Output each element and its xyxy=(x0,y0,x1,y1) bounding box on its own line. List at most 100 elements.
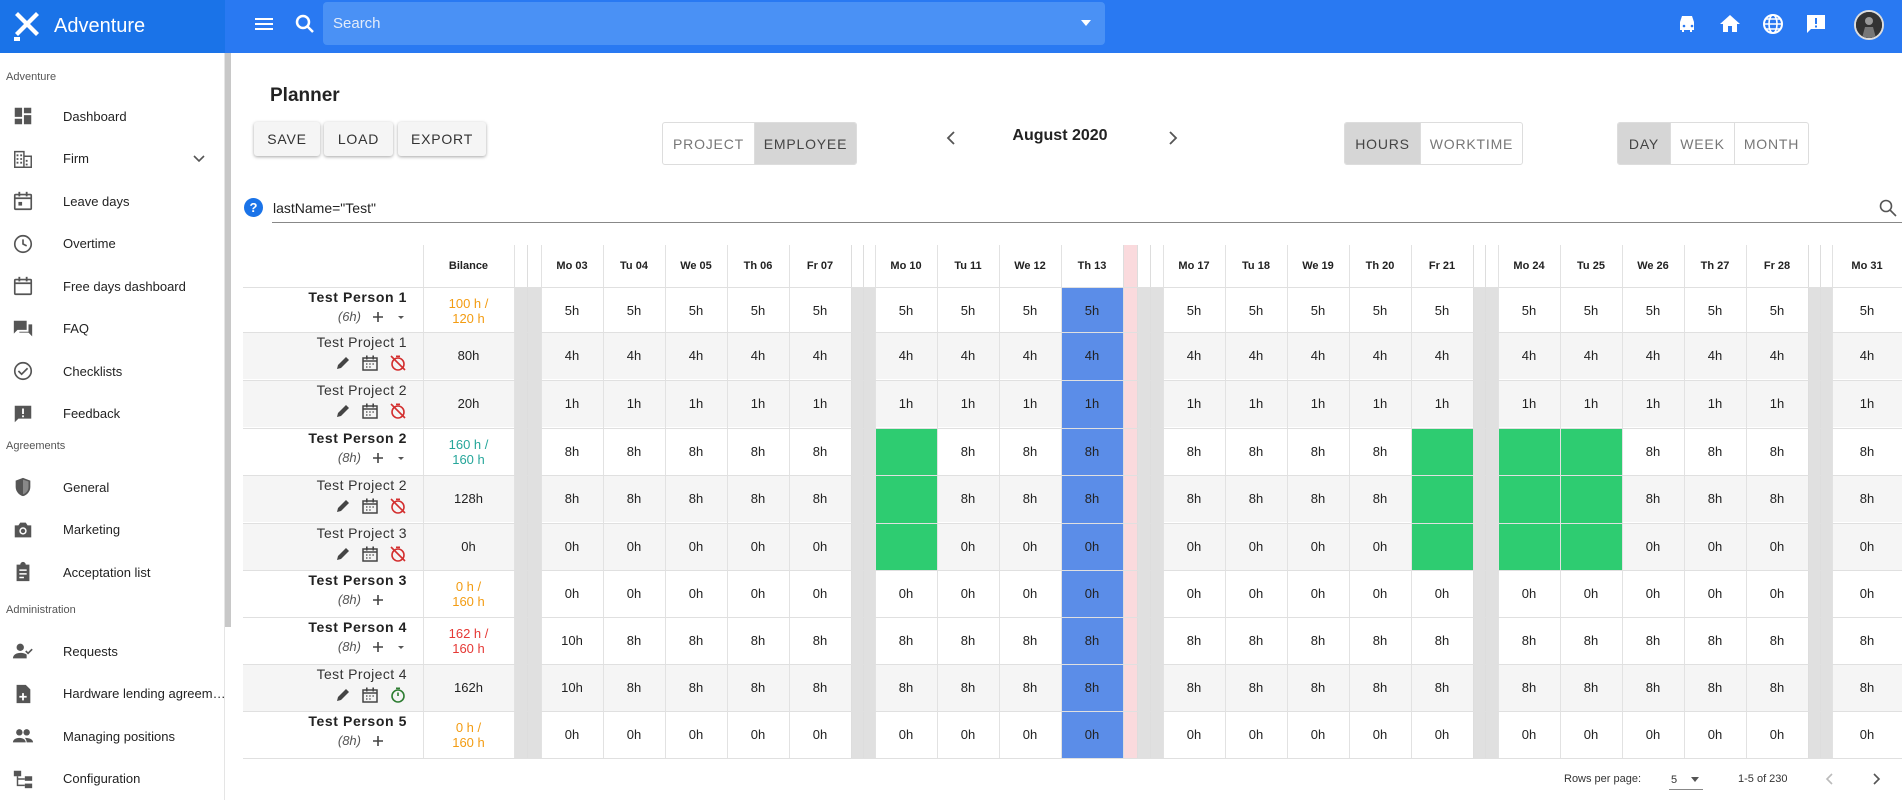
hours-cell[interactable]: 4h xyxy=(603,332,665,379)
feedback-icon[interactable] xyxy=(1804,12,1828,36)
chevron-right-icon[interactable] xyxy=(1162,128,1182,148)
hours-cell[interactable]: 0h xyxy=(789,523,851,570)
hours-cell[interactable]: 5h xyxy=(1622,287,1684,334)
timer-off-icon[interactable] xyxy=(389,497,407,515)
hours-cell[interactable]: 1h xyxy=(1061,380,1123,427)
hours-cell[interactable]: 0h xyxy=(1832,523,1902,570)
hours-cell[interactable]: 4h xyxy=(1349,332,1411,379)
project-name[interactable]: Test Project 1 xyxy=(317,334,407,350)
hours-cell[interactable]: 8h xyxy=(1411,664,1473,711)
hours-cell[interactable]: 8h xyxy=(1746,664,1808,711)
sidebar-item-firm[interactable]: Firm xyxy=(0,141,225,177)
day-header[interactable]: Tu 11 xyxy=(937,245,999,287)
sidebar-item-checklists[interactable]: Checklists xyxy=(0,353,225,389)
person-name[interactable]: Test Person 5 xyxy=(308,713,407,729)
pencil-icon[interactable] xyxy=(335,687,351,703)
hours-cell[interactable]: 4h xyxy=(789,332,851,379)
hours-cell[interactable]: 5h xyxy=(603,287,665,334)
day-header[interactable]: Th 13 xyxy=(1061,245,1123,287)
hours-cell[interactable]: 8h xyxy=(1225,664,1287,711)
hours-cell[interactable]: 8h xyxy=(999,428,1061,475)
hours-cell[interactable]: 4h xyxy=(1287,332,1349,379)
hours-cell[interactable]: 0h xyxy=(1622,711,1684,758)
search-field[interactable] xyxy=(323,2,1105,45)
globe-icon[interactable] xyxy=(1761,12,1785,36)
project-name[interactable]: Test Project 4 xyxy=(317,666,407,682)
hours-cell[interactable]: 0h xyxy=(937,570,999,617)
hours-cell[interactable]: 0h xyxy=(665,570,727,617)
hours-cell[interactable]: 0h xyxy=(1061,523,1123,570)
hours-cell[interactable]: 0h xyxy=(603,570,665,617)
hours-cell[interactable]: 8h xyxy=(727,664,789,711)
hours-cell[interactable]: 1h xyxy=(1746,380,1808,427)
hours-cell[interactable]: 0h xyxy=(789,570,851,617)
hours-cell[interactable]: 0h xyxy=(937,523,999,570)
hours-cell[interactable]: 0h xyxy=(1163,523,1225,570)
hours-cell[interactable]: 8h xyxy=(727,617,789,664)
hours-cell[interactable]: 5h xyxy=(1746,287,1808,334)
hours-cell[interactable]: 0h xyxy=(1349,523,1411,570)
hours-cell[interactable]: 8h xyxy=(1684,428,1746,475)
hours-cell[interactable]: 8h xyxy=(1560,617,1622,664)
timer-off-icon[interactable] xyxy=(389,402,407,420)
hours-cell[interactable]: 0h xyxy=(1498,570,1560,617)
hours-cell[interactable]: 0h xyxy=(1061,711,1123,758)
hours-cell[interactable]: 0h xyxy=(1225,570,1287,617)
day-header[interactable]: We 26 xyxy=(1622,245,1684,287)
sidebar-item-leave-days[interactable]: Leave days xyxy=(0,183,225,219)
hours-cell[interactable]: 4h xyxy=(1498,332,1560,379)
hours-cell[interactable]: 0h xyxy=(999,570,1061,617)
hours-cell[interactable]: 8h xyxy=(727,428,789,475)
search-icon[interactable] xyxy=(293,12,317,36)
hours-cell[interactable]: 0h xyxy=(937,711,999,758)
hours-cell[interactable]: 5h xyxy=(999,287,1061,334)
plus-icon[interactable] xyxy=(371,451,385,465)
day-header[interactable]: Mo 24 xyxy=(1498,245,1560,287)
day-header[interactable]: Tu 04 xyxy=(603,245,665,287)
hours-cell[interactable]: 5h xyxy=(1349,287,1411,334)
hours-cell[interactable]: 0h xyxy=(541,570,603,617)
hours-cell[interactable]: 1h xyxy=(1349,380,1411,427)
hours-cell[interactable]: 1h xyxy=(1560,380,1622,427)
hours-cell[interactable]: 0h xyxy=(875,570,937,617)
hours-cell[interactable]: 8h xyxy=(727,475,789,522)
hours-cell[interactable]: 1h xyxy=(1622,380,1684,427)
hours-cell[interactable]: 8h xyxy=(937,475,999,522)
hours-cell[interactable]: 0h xyxy=(603,523,665,570)
hours-cell[interactable]: 0h xyxy=(789,711,851,758)
hours-cell[interactable]: 8h xyxy=(789,475,851,522)
chevron-down-icon[interactable] xyxy=(395,452,407,464)
hours-cell[interactable]: 1h xyxy=(1498,380,1560,427)
hours-cell[interactable]: 8h xyxy=(1684,664,1746,711)
hours-cell[interactable]: 0h xyxy=(1163,570,1225,617)
hours-cell[interactable]: 0h xyxy=(1746,523,1808,570)
hours-cell[interactable]: 8h xyxy=(1832,664,1902,711)
day-header[interactable]: We 12 xyxy=(999,245,1061,287)
hours-cell[interactable]: 8h xyxy=(1498,664,1560,711)
day-header[interactable]: Tu 25 xyxy=(1560,245,1622,287)
hours-cell[interactable]: 1h xyxy=(1225,380,1287,427)
hours-cell[interactable]: 0h xyxy=(1560,570,1622,617)
hours-cell[interactable]: 5h xyxy=(1225,287,1287,334)
hours-cell[interactable]: 8h xyxy=(1061,664,1123,711)
hours-cell[interactable]: 8h xyxy=(1746,475,1808,522)
hours-cell[interactable]: 0h xyxy=(1349,711,1411,758)
hours-cell[interactable]: 0h xyxy=(727,711,789,758)
hours-cell[interactable]: 4h xyxy=(1061,332,1123,379)
day-header[interactable]: We 19 xyxy=(1287,245,1349,287)
hours-cell[interactable]: 0h xyxy=(665,523,727,570)
hours-cell[interactable]: 8h xyxy=(789,428,851,475)
hours-cell[interactable]: 4h xyxy=(1684,332,1746,379)
hours-cell[interactable]: 0h xyxy=(999,523,1061,570)
toggle-project[interactable]: PROJECT xyxy=(663,123,754,164)
menu-icon[interactable] xyxy=(252,12,276,36)
timer-icon[interactable] xyxy=(389,686,407,704)
hours-cell[interactable]: 1h xyxy=(937,380,999,427)
day-header[interactable]: Fr 21 xyxy=(1411,245,1473,287)
hours-cell[interactable]: 8h xyxy=(789,664,851,711)
hours-cell[interactable]: 8h xyxy=(1411,617,1473,664)
brand[interactable]: Adventure xyxy=(0,0,225,53)
hours-cell[interactable]: 0h xyxy=(1622,570,1684,617)
person-name[interactable]: Test Person 3 xyxy=(308,572,407,588)
calendar-icon[interactable] xyxy=(361,686,379,704)
